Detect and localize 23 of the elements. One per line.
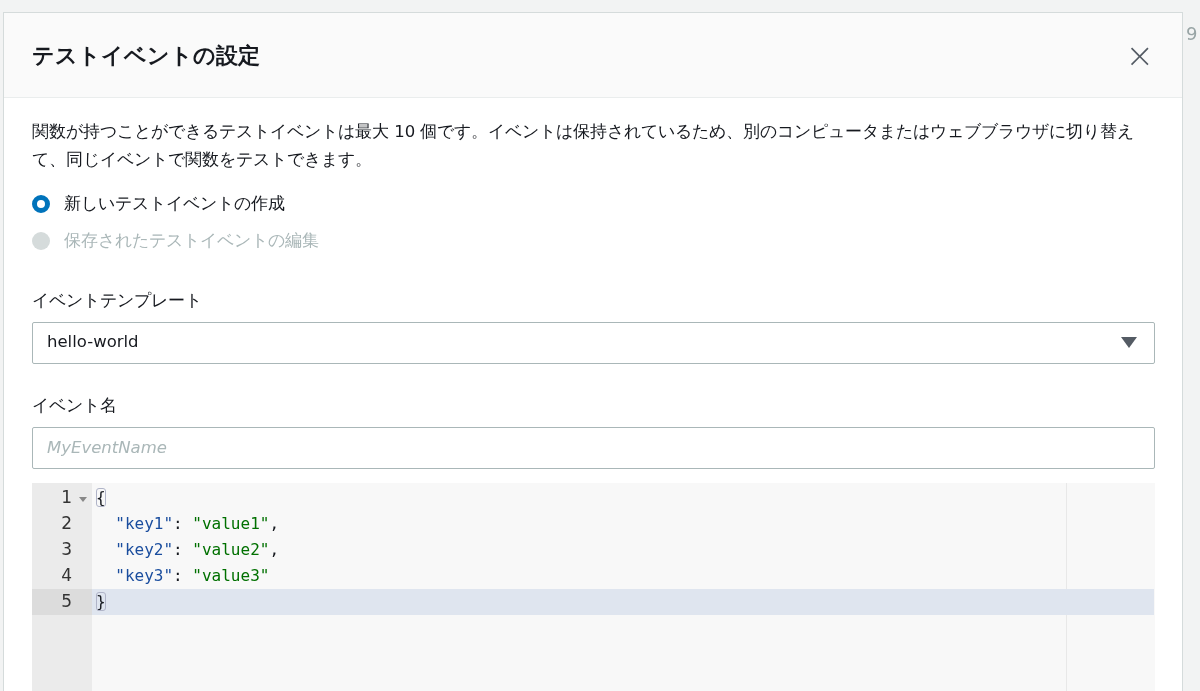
code-line: "key3": "value3" [114,564,270,587]
code-editor[interactable]: 1 { 2 "key1": "value1", 3 "key2": "value2", 4 "key3": "value3" 5 } [32,482,1155,691]
radio-label[interactable]: 新しいテストイベントの作成 [64,190,285,218]
code-line: { [96,486,106,509]
caret-icon [1121,336,1137,349]
code-line: "key1": "value1", [114,512,280,535]
event-name-label: イベント名 [32,394,117,417]
event-name-field[interactable]: MyEventName [32,426,1155,469]
dialog-title: テストイベントの設定 [32,41,260,70]
code-line: "key2": "value2", [114,538,280,561]
radio-button[interactable] [32,195,50,213]
line-number: 5 [61,589,72,613]
background-text: 9 [1186,22,1198,46]
line-number: 3 [61,537,72,561]
code-line: } [96,590,106,613]
template-dropdown[interactable]: hello-world [32,321,1155,364]
fold-icon[interactable] [79,496,87,502]
line-number: 4 [61,563,72,587]
line-number: 1 [61,485,72,509]
line-number: 2 [61,511,72,535]
description-text: 関数が持つことができるテストイベントは最大 10 個です。イベントは保持されているため、別のコンピュータまたはウェブブラウザに切り替えて、同じイベントで関数をテストできます。 [32,121,1136,171]
template-label: イベントテンプレート [32,290,202,312]
close-button[interactable]: × [1125,38,1154,72]
